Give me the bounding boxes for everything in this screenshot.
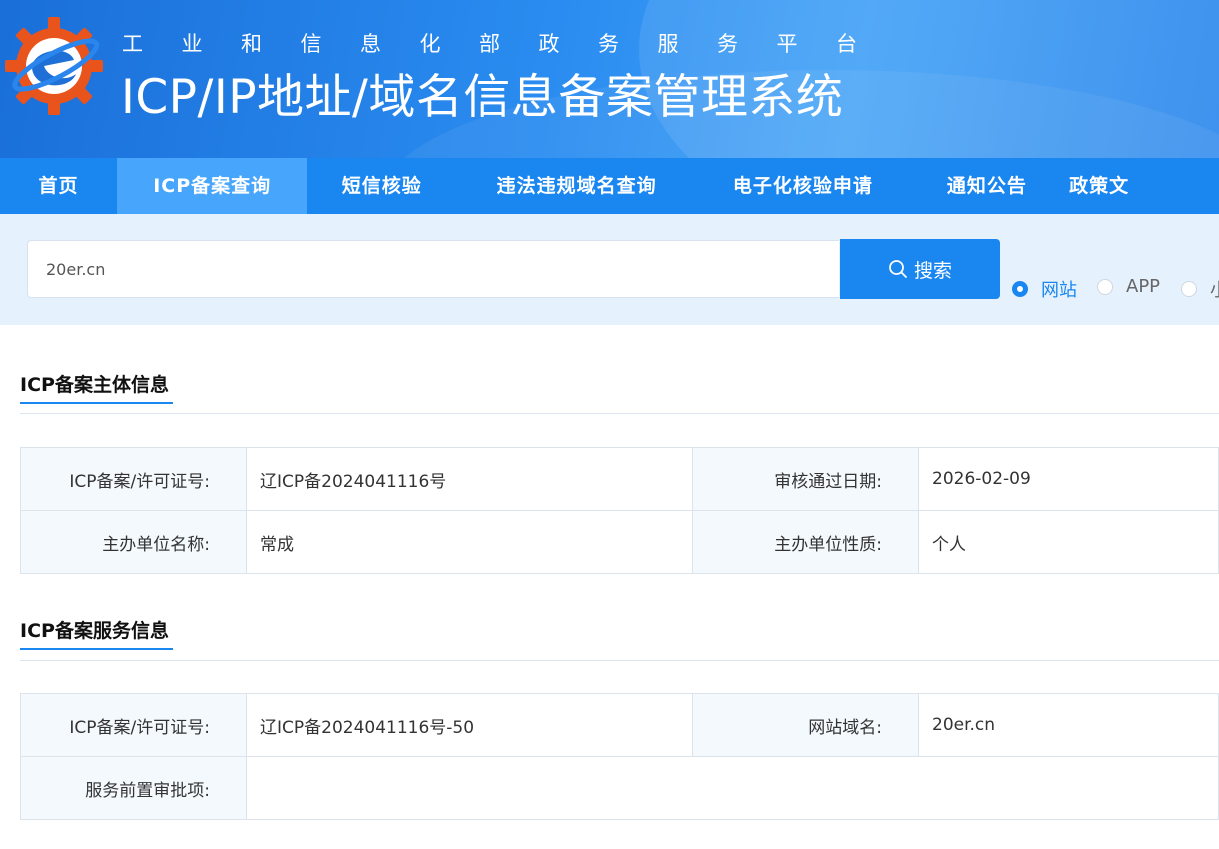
search-button[interactable]: 搜索 xyxy=(840,239,1000,299)
table-row: 服务前置审批项: xyxy=(20,757,1219,820)
section-divider xyxy=(20,413,1219,414)
subject-info-table: ICP备案/许可证号: 辽ICP备2024041116号 审核通过日期: 202… xyxy=(20,447,1219,574)
table-row: ICP备案/许可证号: 辽ICP备2024041116号 审核通过日期: 202… xyxy=(20,448,1219,511)
ministry-logo-icon[interactable] xyxy=(4,16,104,116)
radio-label: 网站 xyxy=(1041,280,1077,301)
org-type-value: 个人 xyxy=(919,511,1219,573)
platform-subtitle: 工业和信息化部政务服务平台 xyxy=(122,32,896,56)
radio-app[interactable]: APP xyxy=(1097,276,1160,297)
service-license-value: 辽ICP备2024041116号-50 xyxy=(247,694,693,756)
radio-label: 小 xyxy=(1210,276,1219,302)
section-title-subject: ICP备案主体信息 xyxy=(20,374,169,396)
org-type-label: 主办单位性质: xyxy=(693,511,919,573)
nav-item-illegal-domain[interactable]: 违法违规域名查询 xyxy=(456,158,697,214)
domain-label: 网站域名: xyxy=(693,694,919,756)
section-underline xyxy=(20,648,173,650)
org-name-label: 主办单位名称: xyxy=(20,511,247,573)
radio-checked-icon xyxy=(1012,281,1028,297)
license-value: 辽ICP备2024041116号 xyxy=(247,448,693,510)
main-nav: 首页 ICP备案查询 短信核验 违法违规域名查询 电子化核验申请 通知公告 政策… xyxy=(0,158,1219,214)
header-banner: 工业和信息化部政务服务平台 ICP/IP地址/域名信息备案管理系统 xyxy=(0,0,1219,158)
table-row: ICP备案/许可证号: 辽ICP备2024041116号-50 网站域名: 20… xyxy=(20,694,1219,757)
nav-item-e-verify[interactable]: 电子化核验申请 xyxy=(697,158,909,214)
preapproval-label: 服务前置审批项: xyxy=(20,757,247,819)
search-input[interactable] xyxy=(27,240,839,298)
nav-item-policy[interactable]: 政策文 xyxy=(1065,158,1219,214)
system-title: ICP/IP地址/域名信息备案管理系统 xyxy=(121,70,844,125)
section-divider xyxy=(20,660,1219,661)
service-info-table: ICP备案/许可证号: 辽ICP备2024041116号-50 网站域名: 20… xyxy=(20,693,1219,820)
radio-unchecked-icon xyxy=(1181,281,1197,297)
service-license-label: ICP备案/许可证号: xyxy=(20,694,247,756)
org-name-value: 常成 xyxy=(247,511,693,573)
radio-label: APP xyxy=(1126,276,1161,297)
section-underline xyxy=(20,402,173,404)
search-bar: 搜索 网站 APP 小 xyxy=(0,214,1219,325)
nav-item-icp-query[interactable]: ICP备案查询 xyxy=(117,158,308,214)
radio-mini-program[interactable]: 小 xyxy=(1181,276,1219,302)
domain-value: 20er.cn xyxy=(919,694,1219,756)
approve-date-value: 2026-02-09 xyxy=(919,448,1219,510)
nav-item-sms-verify[interactable]: 短信核验 xyxy=(307,158,456,214)
radio-website[interactable]: 网站 xyxy=(1012,276,1077,302)
license-label: ICP备案/许可证号: xyxy=(20,448,247,510)
search-button-label: 搜索 xyxy=(913,259,952,282)
radio-unchecked-icon xyxy=(1097,278,1113,295)
table-row: 主办单位名称: 常成 主办单位性质: 个人 xyxy=(20,511,1219,574)
approve-date-label: 审核通过日期: xyxy=(693,448,919,510)
search-icon xyxy=(889,260,907,278)
preapproval-value xyxy=(247,757,1219,819)
nav-item-home[interactable]: 首页 xyxy=(0,158,117,214)
nav-item-notices[interactable]: 通知公告 xyxy=(909,158,1065,214)
section-title-service: ICP备案服务信息 xyxy=(20,620,169,642)
